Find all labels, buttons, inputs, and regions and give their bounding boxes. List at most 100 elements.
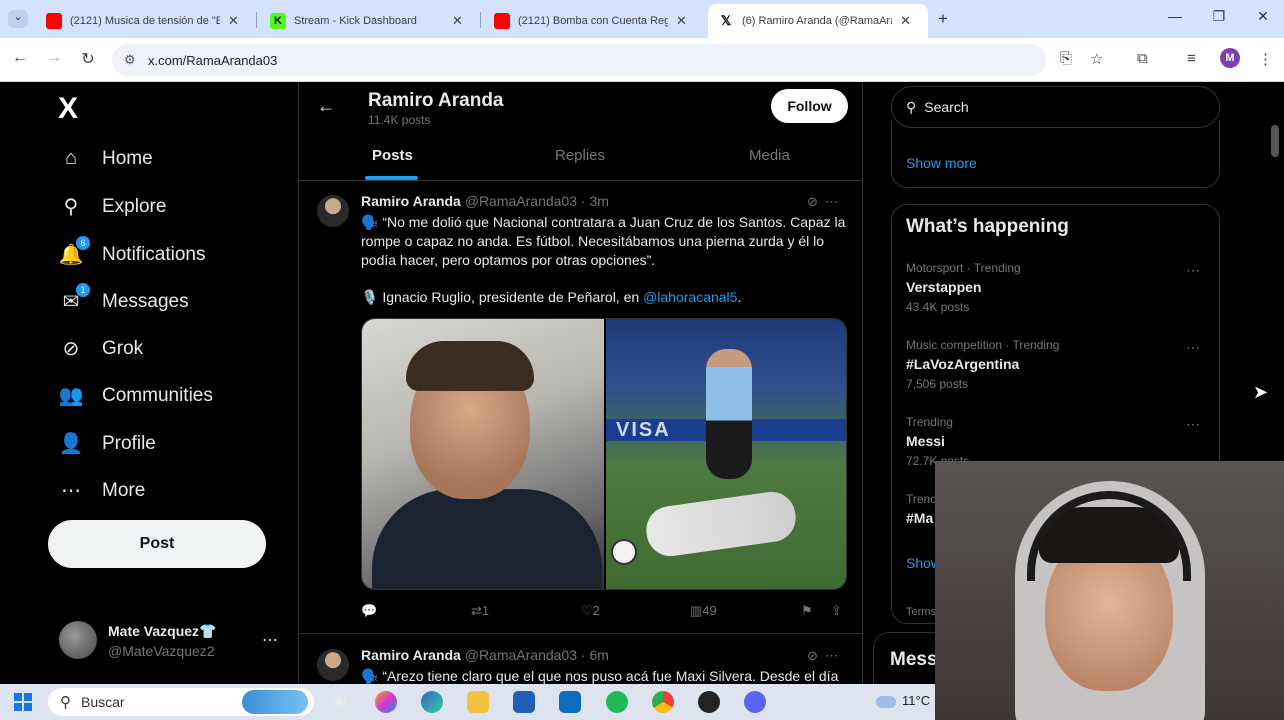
- edge-icon[interactable]: [421, 691, 443, 713]
- windows-start-icon[interactable]: [14, 693, 32, 711]
- reload-icon[interactable]: ↻: [76, 49, 100, 69]
- spotify-icon[interactable]: [606, 691, 628, 713]
- tweet-header-icons: ⊘ ⋯: [807, 648, 838, 664]
- more-icon[interactable]: ⋯: [825, 194, 838, 209]
- tweet-media[interactable]: VISA: [361, 318, 847, 590]
- tab-search-button[interactable]: ⌄: [8, 10, 28, 28]
- tab-posts[interactable]: Posts: [372, 147, 413, 164]
- new-tab-button[interactable]: +: [938, 9, 948, 29]
- nav-communities[interactable]: 👥 Communities: [58, 383, 213, 408]
- bookmark-star-icon[interactable]: ☆: [1090, 50, 1103, 68]
- trend-name[interactable]: Messi: [906, 433, 945, 449]
- trend-meta: Motorsport · Trending: [906, 261, 1021, 275]
- grok-icon[interactable]: ⊘: [807, 194, 818, 209]
- tweet-author-avatar[interactable]: [317, 649, 349, 681]
- trend-more-icon[interactable]: ⋯: [1186, 262, 1200, 279]
- nav-explore[interactable]: ⚲ Explore: [58, 194, 167, 219]
- close-tab-icon[interactable]: ✕: [900, 13, 911, 29]
- post-button[interactable]: Post: [48, 520, 266, 568]
- show-more-link[interactable]: Show more: [906, 155, 977, 171]
- tweet-text: 🗣️ “Arezo tiene claro que el que nos pus…: [361, 668, 839, 684]
- copilot-icon[interactable]: [375, 691, 397, 713]
- close-tab-icon[interactable]: ✕: [228, 13, 239, 29]
- profile-post-count: 11.4K posts: [368, 113, 431, 127]
- close-tab-icon[interactable]: ✕: [452, 13, 463, 29]
- back-icon[interactable]: ←: [8, 49, 32, 67]
- tab-title: (2121) Bomba con Cuenta Regre: [518, 15, 668, 27]
- media-control-icon[interactable]: ≡: [1187, 50, 1196, 67]
- grok-icon[interactable]: ⊘: [807, 648, 818, 663]
- browser-tab-4-active[interactable]: 𝕏 (6) Ramiro Aranda (@RamaAran ✕: [708, 4, 928, 38]
- restore-icon[interactable]: ❐: [1204, 8, 1234, 25]
- terms-link[interactable]: Terms: [906, 606, 936, 618]
- tab-media[interactable]: Media: [749, 147, 790, 164]
- close-window-icon[interactable]: ✕: [1248, 8, 1278, 25]
- x-logo[interactable]: X: [58, 92, 78, 126]
- trend-more-icon[interactable]: ⋯: [1186, 416, 1200, 433]
- back-arrow-icon[interactable]: ←: [317, 96, 335, 117]
- repost-icon[interactable]: ⇄ 1: [471, 603, 489, 619]
- tweet-author-avatar[interactable]: [317, 195, 349, 227]
- outlook-icon[interactable]: [559, 691, 581, 713]
- account-avatar[interactable]: [59, 621, 97, 659]
- obs-icon[interactable]: [698, 691, 720, 713]
- notification-badge: 6: [76, 236, 90, 250]
- profile-avatar[interactable]: M: [1220, 48, 1240, 68]
- repost-count: 1: [481, 603, 490, 618]
- nav-grok[interactable]: ⊘ Grok: [58, 336, 144, 361]
- close-tab-icon[interactable]: ✕: [676, 13, 687, 29]
- nav-label: Messages: [102, 290, 189, 312]
- more-icon[interactable]: ⋯: [825, 648, 838, 663]
- account-handle[interactable]: @MateVazquez2: [108, 643, 215, 659]
- share-icon[interactable]: ⇪: [831, 603, 842, 619]
- tab-replies[interactable]: Replies: [555, 147, 605, 164]
- nav-notifications[interactable]: 🔔 6 Notifications: [58, 236, 206, 267]
- follow-button[interactable]: Follow: [771, 89, 848, 123]
- search-placeholder: Search: [924, 99, 969, 115]
- trend-name[interactable]: #LaVozArgentina: [906, 356, 1019, 372]
- browser-tab-1[interactable]: (2121) Musica de tensión de "El ✕: [36, 4, 249, 38]
- trend-count: 43.4K posts: [906, 300, 970, 314]
- mention-link[interactable]: @lahoracanal5: [643, 289, 737, 305]
- nav-home[interactable]: ⌂ Home: [58, 147, 153, 170]
- trend-name[interactable]: Verstappen: [906, 279, 981, 295]
- weather-widget[interactable]: 11°C: [876, 693, 930, 708]
- sidebar-card: [891, 120, 1220, 188]
- url-input[interactable]: ⚙ x.com/RamaAranda03: [112, 44, 1046, 76]
- reply-icon[interactable]: 💬: [361, 603, 377, 619]
- taskbar-search[interactable]: ⚲ Buscar: [48, 688, 314, 716]
- minimize-icon[interactable]: —: [1160, 8, 1190, 24]
- store-icon[interactable]: [513, 691, 535, 713]
- account-more-icon[interactable]: ⋯: [262, 630, 278, 650]
- nav-more[interactable]: ⋯ More: [58, 478, 145, 503]
- scrollbar-thumb[interactable]: [1271, 125, 1279, 157]
- views-icon[interactable]: ▥ 49: [690, 603, 717, 619]
- chrome-icon[interactable]: [652, 691, 674, 713]
- tweet-credit: 🎙️ Ignacio Ruglio, presidente de Peñarol…: [361, 289, 742, 305]
- browser-tab-3[interactable]: (2121) Bomba con Cuenta Regre ✕: [484, 4, 697, 38]
- site-info-icon[interactable]: ⚙: [124, 52, 136, 68]
- forward-icon[interactable]: →: [42, 49, 66, 67]
- menu-kebab-icon[interactable]: ⋮: [1258, 50, 1273, 68]
- extensions-icon[interactable]: ⧉: [1137, 50, 1148, 67]
- nav-label: Notifications: [102, 243, 206, 265]
- nav-profile[interactable]: 👤 Profile: [58, 431, 156, 456]
- search-input[interactable]: ⚲ Search: [891, 86, 1220, 128]
- nav-label: Grok: [102, 337, 144, 359]
- browser-tab-2[interactable]: K Stream - Kick Dashboard ✕: [260, 4, 473, 38]
- install-app-icon[interactable]: ⎘: [1060, 50, 1072, 67]
- nav-messages[interactable]: ✉ 1 Messages: [58, 283, 189, 314]
- tweet-author-name[interactable]: Ramiro Aranda: [361, 647, 461, 663]
- search-icon: ⚲: [60, 694, 71, 711]
- like-icon[interactable]: ♡ 2: [581, 603, 600, 619]
- task-view-icon[interactable]: ▣: [328, 691, 350, 713]
- media-image-football[interactable]: VISA: [606, 319, 846, 589]
- media-image-portrait[interactable]: [362, 319, 604, 589]
- tweet-author-name[interactable]: Ramiro Aranda: [361, 193, 461, 209]
- account-name[interactable]: Mate Vazquez👕: [108, 623, 216, 640]
- trend-more-icon[interactable]: ⋯: [1186, 339, 1200, 356]
- file-explorer-icon[interactable]: [467, 691, 489, 713]
- trend-name[interactable]: #Ma: [906, 510, 933, 526]
- bookmark-icon[interactable]: ⚑: [801, 603, 813, 619]
- discord-icon[interactable]: [744, 691, 766, 713]
